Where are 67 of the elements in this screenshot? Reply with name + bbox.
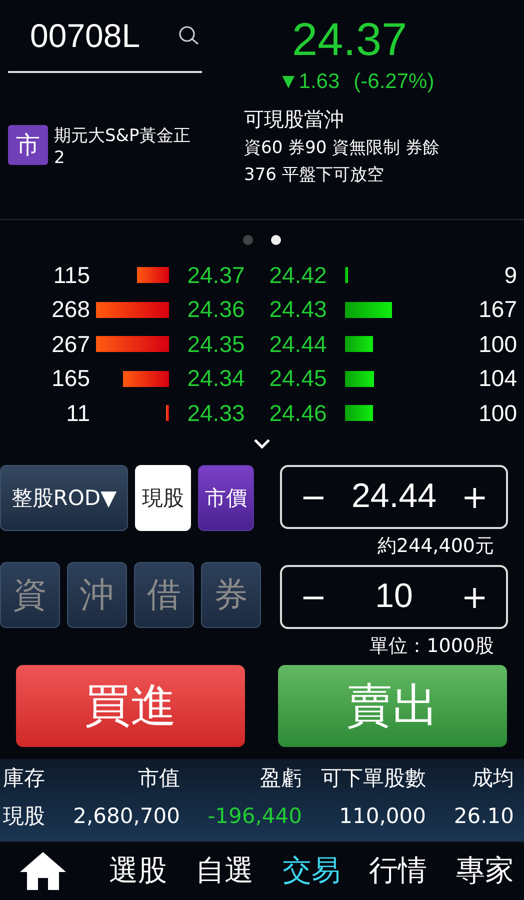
column-header: 庫存 — [3, 764, 46, 792]
buy-button[interactable]: 買進 — [16, 664, 245, 746]
bid-volume-bar — [122, 370, 169, 387]
nav-tab[interactable]: 自選 — [196, 850, 254, 890]
ask-quantity: 104 — [478, 365, 517, 392]
nav-tab[interactable]: 行情 — [369, 850, 428, 890]
bid-price[interactable]: 24.37 — [175, 262, 257, 289]
price-change: ▼1.63 — [278, 70, 340, 94]
column-header: 成均 — [471, 764, 514, 792]
last-price: 24.37 — [292, 12, 408, 66]
quantity-stepper[interactable]: − 10 + — [280, 564, 508, 628]
table-cell-text: 現股 — [3, 802, 46, 830]
bid-price[interactable]: 24.35 — [175, 330, 257, 358]
increase-button[interactable]: + — [461, 478, 488, 516]
ask-volume-bar — [345, 336, 373, 352]
page-dot[interactable] — [271, 235, 281, 245]
column-header: 盈虧 — [259, 764, 302, 792]
nav-tab[interactable]: 交易 — [282, 850, 340, 890]
order-type-button[interactable]: 現股 — [135, 464, 191, 530]
market-badge: 市 — [8, 125, 48, 165]
margin-info: 資60 券90 資無限制 券餘376 平盤下可放空 — [244, 137, 440, 187]
day-trade-status: 可現股當沖 — [244, 106, 345, 133]
bid-price[interactable]: 24.33 — [175, 400, 257, 427]
lot-unit: 單位：1000股 — [370, 634, 495, 658]
table-cell-text: 110,000 — [338, 804, 426, 828]
bid-quantity: 165 — [50, 365, 90, 392]
column-header: 可下單股數 — [320, 764, 426, 792]
home-icon[interactable] — [18, 850, 68, 892]
chevron-down-icon[interactable] — [253, 438, 271, 449]
bid-quantity: 267 — [50, 330, 90, 358]
estimated-amount: 約244,400元 — [377, 534, 495, 558]
bid-price[interactable]: 24.36 — [175, 296, 257, 324]
bid-volume-bar — [136, 267, 169, 284]
nav-tab[interactable]: 選股 — [108, 850, 167, 890]
ask-quantity: 100 — [478, 330, 517, 358]
decrease-button[interactable]: − — [300, 578, 327, 616]
ask-price[interactable]: 24.42 — [257, 262, 339, 289]
ask-price[interactable]: 24.43 — [257, 296, 339, 324]
change-percent: (-6.27%) — [354, 70, 434, 94]
column-header: 市值 — [137, 764, 180, 792]
ask-volume-bar — [345, 302, 392, 318]
ask-price[interactable]: 24.46 — [257, 400, 339, 427]
search-field[interactable]: 00708L — [8, 0, 202, 73]
decrease-button[interactable]: − — [300, 478, 327, 516]
price-stepper[interactable]: − 24.44 + — [280, 464, 508, 528]
ask-volume-bar — [345, 267, 348, 284]
order-type-button[interactable]: 整股ROD▼ — [0, 464, 128, 530]
ask-quantity: 100 — [478, 400, 517, 427]
bid-volume-bar — [166, 405, 169, 422]
ask-price[interactable]: 24.45 — [257, 365, 339, 392]
ask-quantity: 9 — [503, 262, 517, 289]
ask-price[interactable]: 24.44 — [257, 330, 339, 358]
bid-quantity: 11 — [65, 400, 90, 427]
bid-quantity: 268 — [50, 296, 90, 324]
bid-price[interactable]: 24.34 — [175, 365, 257, 392]
ask-quantity: 167 — [478, 296, 517, 324]
table-cell-text: 26.10 — [452, 804, 514, 828]
table-cell-text: -196,440 — [206, 804, 302, 828]
ask-volume-bar — [345, 370, 374, 387]
increase-button[interactable]: + — [461, 578, 488, 616]
nav-tab[interactable]: 專家 — [456, 850, 514, 890]
table-cell-text: 2,680,700 — [72, 804, 180, 828]
stock-name: 期元大S&P黃金正2 — [54, 125, 192, 169]
bid-quantity: 115 — [52, 262, 90, 289]
order-type-button[interactable]: 市價 — [198, 464, 254, 530]
page-dot[interactable] — [243, 235, 253, 245]
ask-volume-bar — [345, 405, 373, 422]
